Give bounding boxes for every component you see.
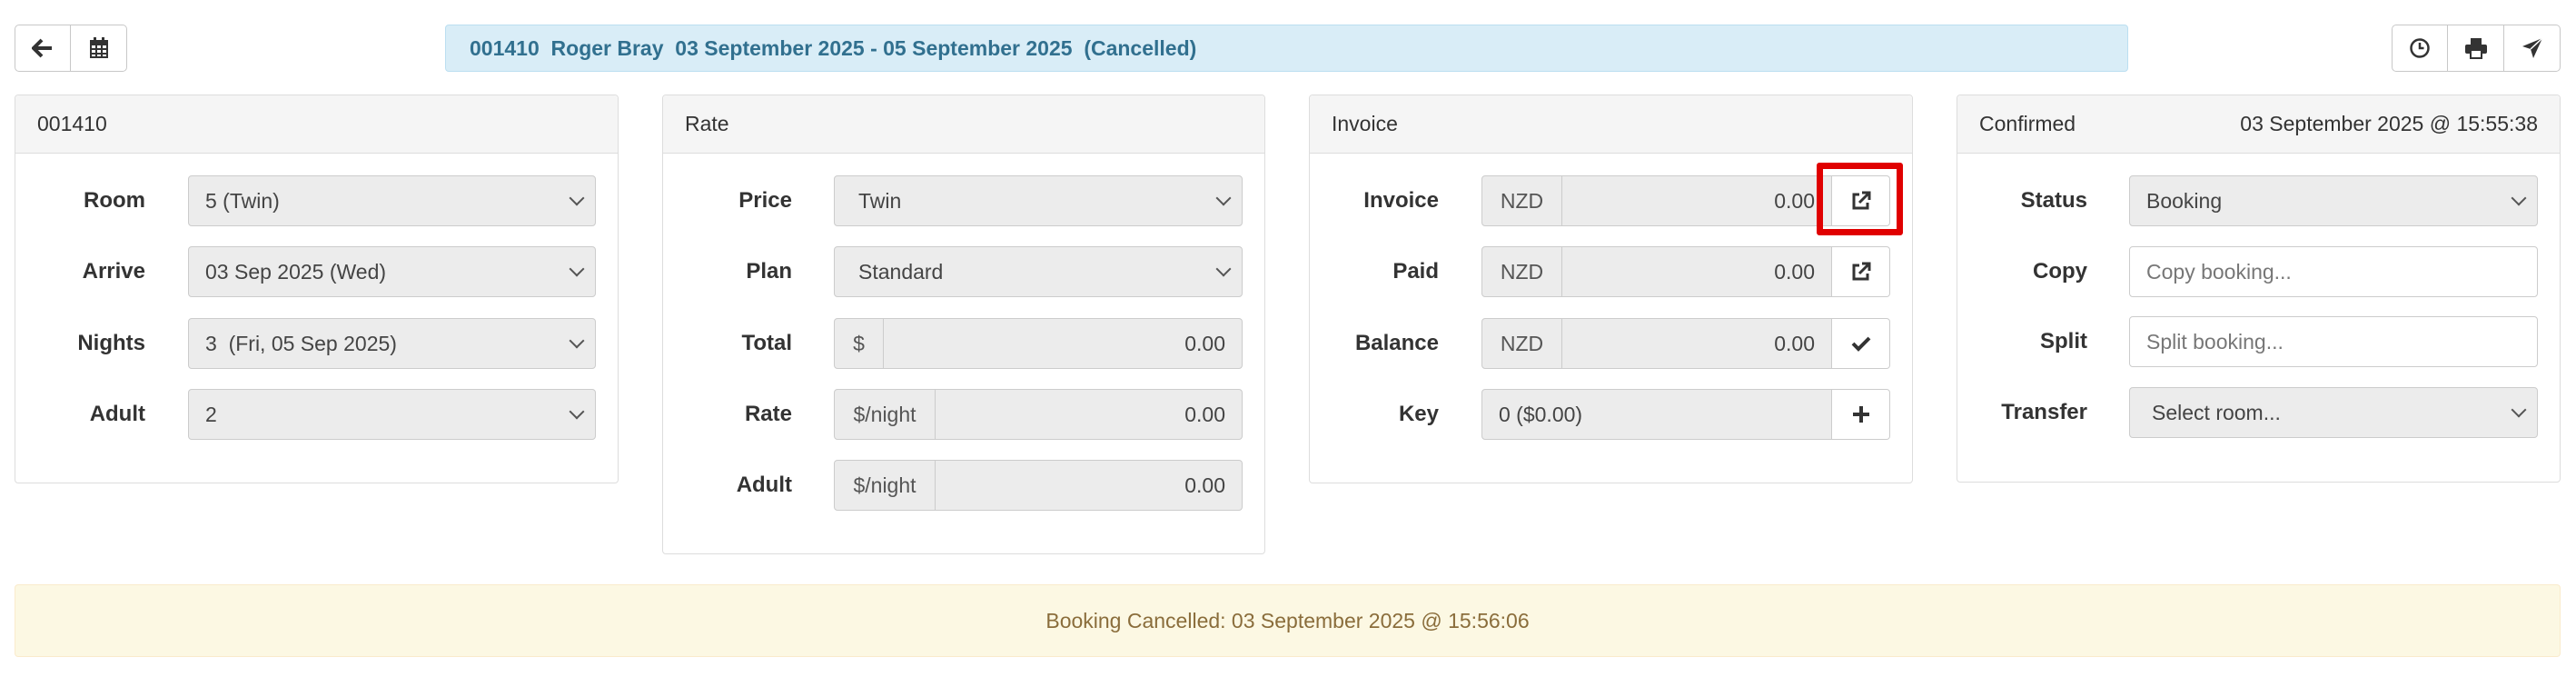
invoice-currency-addon: NZD [1481, 175, 1562, 226]
print-icon [2464, 37, 2488, 59]
chevron-down-icon [2511, 190, 2527, 206]
external-link-icon [1851, 262, 1871, 282]
adult-rate-input-group: $/night 0.00 [834, 460, 1243, 511]
send-icon [2522, 37, 2543, 59]
cancellation-alert: Booking Cancelled: 03 September 2025 @ 1… [15, 584, 2561, 657]
balance-currency-addon: NZD [1481, 318, 1562, 369]
adult-rate-label: Adult [736, 473, 792, 497]
total-field[interactable]: 0.00 [884, 318, 1243, 369]
rate-field[interactable]: 0.00 [936, 389, 1243, 440]
back-arrow-icon [32, 38, 54, 58]
split-booking-input[interactable]: Split booking... [2129, 316, 2538, 367]
print-button[interactable] [2448, 25, 2504, 72]
confirmation-state: Confirmed [1979, 112, 2076, 135]
plus-icon [1852, 405, 1870, 423]
history-button[interactable] [2392, 25, 2448, 72]
rate-unit-addon: $/night [834, 389, 936, 440]
add-key-button[interactable] [1832, 389, 1890, 440]
paid-amount-field: 0.00 [1562, 246, 1832, 297]
left-toolbar [15, 25, 127, 72]
chevron-down-icon [1215, 190, 1232, 206]
chevron-down-icon [1215, 261, 1232, 277]
price-select[interactable]: Twin [834, 175, 1243, 226]
calendar-icon [89, 37, 109, 59]
room-select-value: 5 (Twin) [205, 188, 280, 213]
booking-panel-header: 001410 [15, 95, 618, 154]
invoice-panel-header: Invoice [1310, 95, 1912, 154]
booking-title-banner: 001410 Roger Bray 03 September 2025 - 05… [445, 25, 2128, 72]
paid-currency-addon: NZD [1481, 246, 1562, 297]
adult-select-value: 2 [205, 402, 217, 426]
calendar-button[interactable] [71, 25, 127, 72]
rate-panel-title: Rate [685, 112, 729, 135]
adult-select[interactable]: 2 [188, 389, 596, 440]
history-clock-icon [2409, 37, 2431, 59]
plan-select[interactable]: Standard [834, 246, 1243, 297]
transfer-room-select[interactable]: Select room... [2129, 387, 2538, 438]
paid-input-group: NZD 0.00 [1481, 246, 1890, 297]
paid-label: Paid [1392, 259, 1439, 284]
room-label: Room [84, 188, 145, 213]
arrive-label: Arrive [82, 259, 145, 284]
send-button[interactable] [2504, 25, 2561, 72]
chevron-down-icon [569, 333, 585, 349]
total-label: Total [741, 331, 792, 355]
balance-amount-field: 0.00 [1562, 318, 1832, 369]
adult-label: Adult [89, 402, 145, 426]
status-panel-header: Confirmed 03 September 2025 @ 15:55:38 [1957, 95, 2560, 154]
invoice-input-group: NZD 0.00 [1481, 175, 1890, 226]
room-select[interactable]: 5 (Twin) [188, 175, 596, 226]
plan-select-value: Standard [858, 259, 944, 284]
split-label: Split [2040, 329, 2087, 353]
chevron-down-icon [569, 190, 585, 206]
open-payments-button[interactable] [1832, 246, 1890, 297]
chevron-down-icon [569, 261, 585, 277]
rate-input-group: $/night 0.00 [834, 389, 1243, 440]
plan-label: Plan [746, 259, 792, 284]
right-toolbar [2392, 25, 2561, 72]
arrive-select[interactable]: 03 Sep 2025 (Wed) [188, 246, 596, 297]
rate-label: Rate [744, 402, 792, 426]
key-label: Key [1398, 402, 1439, 426]
invoice-label: Invoice [1363, 188, 1439, 213]
transfer-select-value: Select room... [2152, 400, 2281, 424]
external-link-icon [1851, 191, 1871, 211]
checkmark-icon [1851, 335, 1871, 352]
status-label: Status [2020, 188, 2087, 213]
adult-rate-unit-addon: $/night [834, 460, 936, 511]
balance-label: Balance [1354, 331, 1439, 355]
invoice-amount-field: 0.00 [1562, 175, 1832, 226]
key-input-group: 0 ($0.00) [1481, 389, 1890, 440]
key-field: 0 ($0.00) [1481, 389, 1832, 440]
open-invoice-button[interactable] [1832, 175, 1890, 226]
arrive-select-value: 03 Sep 2025 (Wed) [205, 259, 387, 284]
balance-input-group: NZD 0.00 [1481, 318, 1890, 369]
confirmation-timestamp: 03 September 2025 @ 15:55:38 [2240, 112, 2538, 135]
chevron-down-icon [2511, 402, 2527, 418]
status-select-value: Booking [2146, 188, 2223, 213]
adult-rate-field[interactable]: 0.00 [936, 460, 1243, 511]
price-select-value: Twin [858, 188, 902, 213]
transfer-label: Transfer [2001, 400, 2087, 424]
rate-panel-header: Rate [663, 95, 1264, 154]
booking-number: 001410 [37, 112, 107, 135]
chevron-down-icon [569, 403, 585, 420]
back-button[interactable] [15, 25, 71, 72]
nights-select[interactable]: 3 (Fri, 05 Sep 2025) [188, 318, 596, 369]
price-label: Price [738, 188, 792, 213]
total-currency-addon: $ [834, 318, 884, 369]
copy-booking-input[interactable]: Copy booking... [2129, 246, 2538, 297]
cancellation-alert-text: Booking Cancelled: 03 September 2025 @ 1… [1045, 608, 1530, 632]
total-input-group: $ 0.00 [834, 318, 1243, 369]
copy-label: Copy [2033, 259, 2087, 284]
nights-label: Nights [77, 331, 145, 355]
settle-balance-button[interactable] [1832, 318, 1890, 369]
invoice-panel-title: Invoice [1332, 112, 1398, 135]
nights-select-value: 3 (Fri, 05 Sep 2025) [205, 331, 397, 355]
status-select[interactable]: Booking [2129, 175, 2538, 226]
